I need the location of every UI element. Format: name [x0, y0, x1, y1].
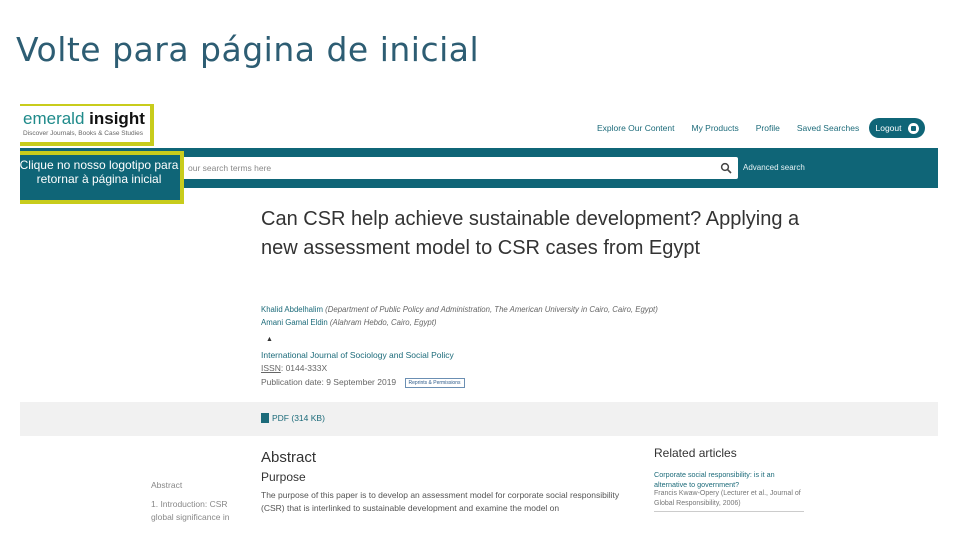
author-line-1: Khalid Abdelhalim (Department of Public …: [261, 305, 658, 314]
search-placeholder: our search terms here: [188, 163, 272, 173]
divider: [654, 511, 804, 512]
section-nav-item[interactable]: global significance in: [151, 511, 229, 524]
abstract-body: The purpose of this paper is to develop …: [261, 490, 620, 513]
nav-my-products[interactable]: My Products: [691, 123, 738, 133]
issn-value: : 0144-333X: [280, 363, 328, 373]
website-screenshot: Explore Our Content My Products Profile …: [20, 104, 938, 540]
section-nav-item[interactable]: 1. Introduction: CSR: [151, 498, 229, 511]
logo-part1: emerald: [23, 109, 85, 128]
logo-tagline: Discover Journals, Books & Case Studies: [23, 130, 143, 137]
collapse-caret-icon[interactable]: ▲: [266, 336, 273, 343]
purpose-heading: Purpose: [261, 470, 306, 484]
section-nav-item[interactable]: Abstract: [151, 479, 229, 492]
advanced-search-link[interactable]: Advanced search: [743, 163, 805, 172]
emerald-insight-logo[interactable]: emerald insight Discover Journals, Books…: [20, 104, 154, 146]
search-icon[interactable]: [720, 162, 732, 174]
article-title: Can CSR help achieve sustainable develop…: [261, 208, 800, 259]
publication-date-text: Publication date: 9 September 2019: [261, 377, 397, 387]
search-input[interactable]: our search terms here: [182, 157, 738, 179]
publication-date: Publication date: 9 September 2019 Repri…: [261, 377, 465, 388]
author-affiliation-1: (Department of Public Policy and Adminis…: [322, 305, 658, 314]
issn-line: ISSN: 0144-333X: [261, 363, 327, 373]
nav-profile[interactable]: Profile: [756, 123, 780, 133]
author-name-1[interactable]: Khalid Abdelhalim: [261, 305, 323, 314]
nav-saved-searches[interactable]: Saved Searches: [797, 123, 859, 133]
logo-callout: Clique no nosso logotipo para retornar à…: [20, 151, 184, 204]
top-nav: Explore Our Content My Products Profile …: [597, 123, 876, 133]
logout-button[interactable]: Logout: [869, 118, 925, 138]
related-article-link[interactable]: Corporate social responsibility: is it a…: [654, 470, 804, 490]
pdf-label: PDF (314 KB): [272, 413, 325, 423]
pdf-file-icon: [261, 413, 269, 423]
site-header: Explore Our Content My Products Profile …: [20, 104, 938, 148]
logo-wordmark: emerald insight: [23, 109, 145, 129]
nav-explore-content[interactable]: Explore Our Content: [597, 123, 674, 133]
logo-part2: insight: [84, 109, 145, 128]
journal-link[interactable]: International Journal of Sociology and S…: [261, 350, 454, 360]
author-affiliation-2: (Alahram Hebdo, Cairo, Egypt): [327, 318, 437, 327]
pdf-bar: PDF (314 KB): [20, 402, 938, 436]
author-line-2: Amani Gamal Eldin (Alahram Hebdo, Cairo,…: [261, 318, 437, 327]
lock-icon: [907, 122, 919, 134]
slide-title: Volte para página de inicial: [16, 30, 480, 69]
reprints-permissions-badge[interactable]: Reprints & Permissions: [404, 377, 465, 388]
abstract-heading: Abstract: [261, 449, 317, 466]
related-article-meta: Francis Kwaw-Opery (Lecturer et al., Jou…: [654, 490, 801, 507]
section-nav: Abstract 1. Introduction: CSR global sig…: [151, 479, 229, 524]
pdf-download-link[interactable]: PDF (314 KB): [261, 413, 325, 423]
issn-label: ISSN: [261, 363, 281, 373]
related-articles-heading: Related articles: [654, 446, 737, 460]
logout-label: Logout: [875, 123, 902, 133]
author-name-2[interactable]: Amani Gamal Eldin: [261, 318, 328, 327]
